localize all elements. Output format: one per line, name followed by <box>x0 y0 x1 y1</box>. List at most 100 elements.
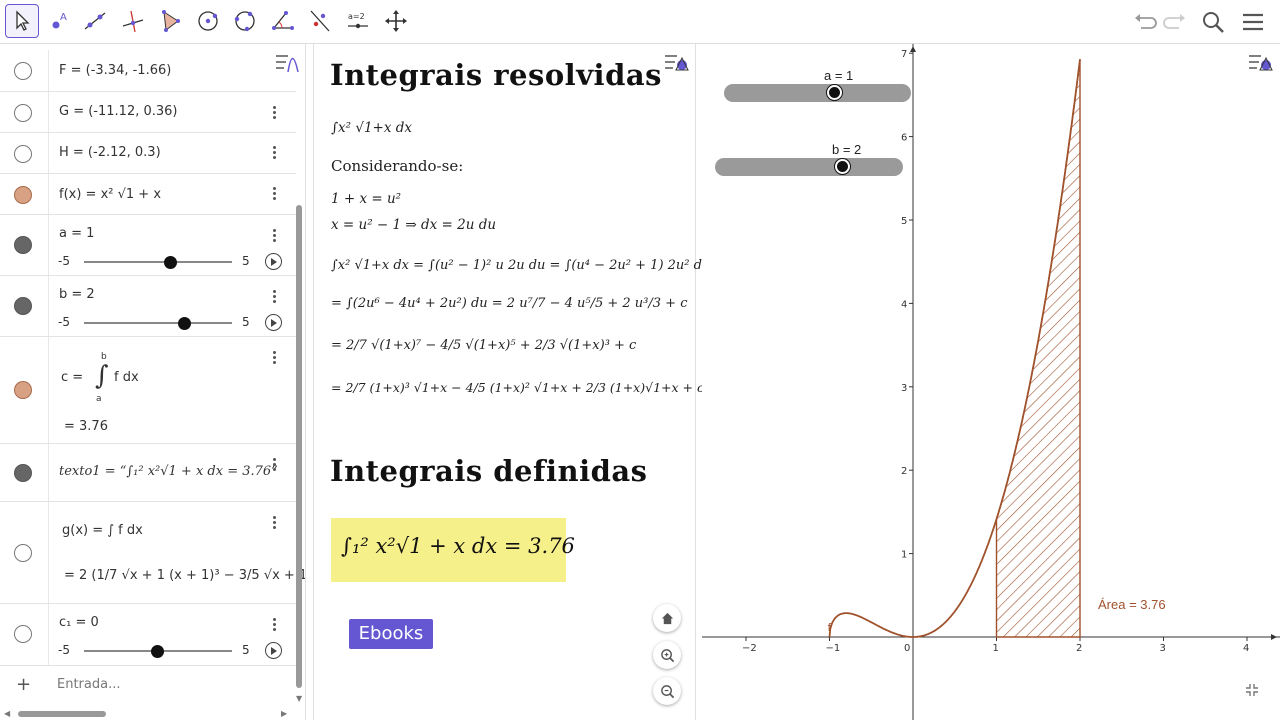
algebra-row-integral-c[interactable]: c = b ∫ a f dx = 3.76 <box>0 337 296 444</box>
equation-line-2: = ∫(2u⁶ − 4u⁴ + 2u²) du = 2 u⁷/7 − 4 u⁵/… <box>331 296 688 311</box>
slider-knob[interactable] <box>827 85 842 100</box>
graphics-style-icon <box>1249 55 1273 71</box>
x-tick-label: 0 <box>904 643 910 654</box>
x-tick-label: 4 <box>1243 643 1249 654</box>
perpendicular-tool-button[interactable] <box>116 4 150 38</box>
line-tool-button[interactable] <box>78 4 112 38</box>
vertical-scrollbar[interactable] <box>296 205 302 688</box>
substitution-line-1: 1 + x = u² <box>331 191 402 207</box>
horizontal-scrollbar[interactable] <box>18 711 106 717</box>
redo-icon <box>1163 14 1185 29</box>
more-options-icon[interactable] <box>268 616 280 636</box>
integral-area[interactable] <box>995 59 1081 638</box>
more-options-icon[interactable] <box>268 144 280 164</box>
more-options-icon[interactable] <box>268 185 280 205</box>
play-animation-icon[interactable] <box>265 253 282 270</box>
algebra-row-point-f[interactable]: F = (-3.34, -1.66) <box>0 50 296 92</box>
visibility-toggle[interactable] <box>14 297 32 315</box>
algebra-row-slider-a[interactable]: a = 1 -5 5 <box>0 215 296 276</box>
algebra-row-slider-b[interactable]: b = 2 -5 5 <box>0 276 296 337</box>
more-options-icon[interactable] <box>268 349 280 369</box>
integral-c-prefix: c = <box>61 370 84 385</box>
algebra-input-row[interactable]: + Entrada... <box>0 666 296 704</box>
algebra-input-field[interactable]: Entrada... <box>57 677 120 692</box>
zoom-in-button[interactable] <box>653 641 681 669</box>
home-button[interactable] <box>653 604 681 632</box>
zoom-out-button[interactable] <box>653 677 681 705</box>
slider-track[interactable] <box>84 261 232 263</box>
algebra-row-text1[interactable]: texto1 = “∫₁² x²√1 + x dx = 3.76” <box>0 444 296 502</box>
reflect-tool-button[interactable] <box>303 4 337 38</box>
more-options-icon[interactable] <box>268 227 280 247</box>
angle-icon <box>272 11 294 30</box>
visibility-toggle[interactable] <box>14 186 32 204</box>
visibility-toggle[interactable] <box>14 145 32 163</box>
slider-c1[interactable]: -5 5 <box>58 641 288 661</box>
visibility-toggle[interactable] <box>14 381 32 399</box>
visibility-toggle[interactable] <box>14 544 32 562</box>
more-options-icon[interactable] <box>268 514 280 534</box>
integral-c-result: = 3.76 <box>64 419 108 434</box>
x-tick-label: −2 <box>742 643 757 654</box>
algebra-row-point-g[interactable]: G = (-11.12, 0.36) <box>0 92 296 133</box>
slider-knob[interactable] <box>835 159 850 174</box>
scroll-right-icon[interactable]: ▶ <box>281 709 287 718</box>
considering-text: Considerando-se: <box>331 157 464 175</box>
algebra-row-function-g[interactable]: g(x) = ∫ f dx = 2 (1/7 √x + 1 (x + 1)³ −… <box>0 502 305 604</box>
polygon-tool-button[interactable] <box>153 4 187 38</box>
scroll-down-icon[interactable]: ▼ <box>296 694 302 703</box>
graphics-canvas[interactable]: −2 −1 0 1 2 3 41234567 f <box>702 44 1280 720</box>
scroll-left-icon[interactable]: ◀ <box>4 709 10 718</box>
slider-tool-button[interactable]: a=2 <box>341 4 375 38</box>
collapse-view-button[interactable] <box>1244 682 1260 698</box>
canvas-slider-a[interactable] <box>724 84 911 102</box>
move-view-tool-button[interactable] <box>379 4 413 38</box>
play-animation-icon[interactable] <box>265 314 282 331</box>
main-menu-button[interactable] <box>1236 5 1270 39</box>
text-view-style-button[interactable] <box>660 46 694 80</box>
move-arrows-icon <box>385 10 407 32</box>
graphics-style-button[interactable] <box>1244 46 1278 80</box>
function-g-definition: g(x) = ∫ f dx <box>62 523 143 538</box>
search-button[interactable] <box>1196 5 1230 39</box>
text1-definition: texto1 = “∫₁² x²√1 + x dx = 3.76” <box>59 464 278 479</box>
function-f-definition: f(x) = x² √1 + x <box>59 187 162 202</box>
text-view: Integrais resolvidas ∫x² √1+x dx Conside… <box>313 44 710 720</box>
undo-button[interactable] <box>1127 5 1161 39</box>
y-tick-label: 5 <box>901 216 907 227</box>
more-options-icon[interactable] <box>268 104 280 124</box>
slider-knob[interactable] <box>164 256 177 269</box>
slider-a[interactable]: -5 5 <box>58 252 288 272</box>
point-g-definition: G = (-11.12, 0.36) <box>59 104 178 119</box>
reflect-icon <box>310 10 330 32</box>
add-icon[interactable]: + <box>16 674 31 695</box>
visibility-toggle[interactable] <box>14 104 32 122</box>
slider-track[interactable] <box>84 322 232 324</box>
slider-max-label: 5 <box>242 643 250 657</box>
circle-center-tool-button[interactable] <box>191 4 225 38</box>
circle-3-points-tool-button[interactable] <box>228 4 262 38</box>
graphics-view[interactable]: −2 −1 0 1 2 3 4 1 2 3 4 5 6 7 f a = 1 b = 2 Área = 3.… <box>702 44 1280 720</box>
redo-button[interactable] <box>1159 5 1193 39</box>
canvas-slider-b[interactable] <box>715 158 903 176</box>
ebooks-button[interactable]: Ebooks <box>349 619 433 649</box>
slider-a-label: a = 1 <box>59 226 95 241</box>
more-options-icon[interactable] <box>268 288 280 308</box>
more-options-icon[interactable] <box>268 456 280 476</box>
slider-b[interactable]: -5 5 <box>58 313 288 333</box>
algebra-row-point-h[interactable]: H = (-2.12, 0.3) <box>0 133 296 174</box>
point-tool-button[interactable]: A <box>42 4 76 38</box>
integral-statement: ∫x² √1+x dx <box>331 120 413 136</box>
visibility-toggle[interactable] <box>14 236 32 254</box>
slider-knob[interactable] <box>151 645 164 658</box>
algebra-row-slider-c1[interactable]: c₁ = 0 -5 5 <box>0 604 296 666</box>
slider-knob[interactable] <box>178 317 191 330</box>
visibility-toggle[interactable] <box>14 625 32 643</box>
collapse-icon <box>1246 684 1258 696</box>
visibility-toggle[interactable] <box>14 62 32 80</box>
play-animation-icon[interactable] <box>265 642 282 659</box>
move-tool-button[interactable] <box>5 4 39 38</box>
visibility-toggle[interactable] <box>14 464 32 482</box>
angle-tool-button[interactable] <box>266 4 300 38</box>
algebra-row-function-f[interactable]: f(x) = x² √1 + x <box>0 174 296 215</box>
